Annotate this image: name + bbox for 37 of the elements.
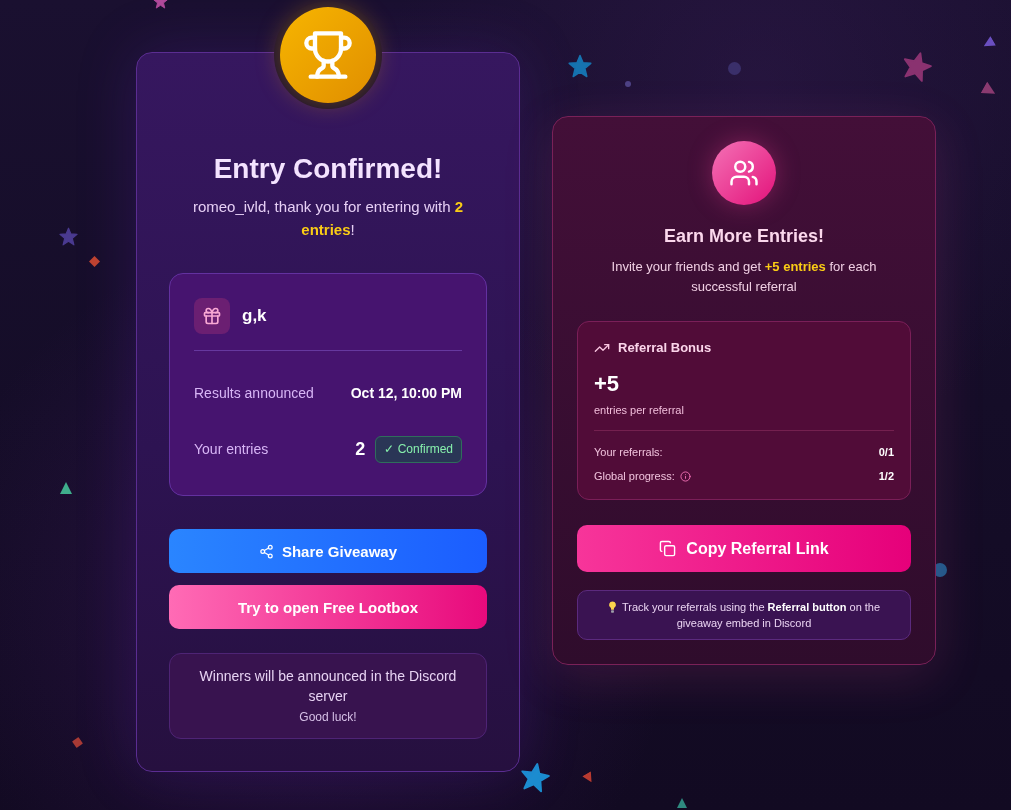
info-icon[interactable] (679, 470, 691, 482)
triangle-icon (60, 482, 72, 494)
stat-value: 1/2 (878, 469, 894, 484)
prize-name: g,k (242, 306, 267, 326)
copy-link-button[interactable]: Copy Referral Link (577, 525, 911, 572)
referral-description: Invite your friends and get +5 entries for each successful referral (610, 258, 878, 296)
star-icon (568, 54, 592, 78)
note-subtext: Good luck! (298, 709, 358, 725)
bonus-caption: entries per referral (594, 403, 685, 418)
dot-icon (728, 62, 741, 75)
detail-label: Results announced (194, 385, 314, 401)
bonus-amount: +5 (594, 370, 621, 398)
stat-label: Global progress: (594, 469, 675, 484)
status-badge: ✓ Confirmed (375, 435, 462, 463)
detail-value: Oct 12, 10:00 PM (350, 385, 462, 401)
detail-value: 2 (355, 438, 366, 460)
stat-value: 0/1 (878, 445, 894, 460)
tip-text: Track your referrals using the Referral button on the giveaway embed in Discord (621, 601, 881, 629)
dot-icon (625, 81, 631, 87)
users-icon (712, 141, 776, 205)
diamond-icon (71, 736, 84, 749)
stat-label: Your referrals: (594, 445, 663, 460)
detail-label: Your entries (194, 441, 269, 457)
note-text: Winners will be announced in the Discord server (198, 667, 458, 706)
entry-message: romeo_ivld, thank you for entering with 2 entries! (191, 197, 465, 240)
share-button[interactable]: Share Giveaway (169, 529, 487, 573)
copy-icon (659, 540, 677, 557)
entry-title: Entry Confirmed! (212, 152, 444, 186)
diamond-icon (89, 256, 100, 267)
referral-title: Earn More Entries! (662, 225, 825, 248)
triangle-icon (677, 798, 687, 808)
star-icon (59, 227, 78, 246)
share-icon (258, 543, 274, 559)
gift-icon (194, 298, 230, 334)
lootbox-button[interactable]: Try to open Free Lootbox (169, 585, 487, 629)
lightbulb-icon (607, 601, 617, 613)
bonus-title: Referral Bonus (618, 339, 712, 357)
